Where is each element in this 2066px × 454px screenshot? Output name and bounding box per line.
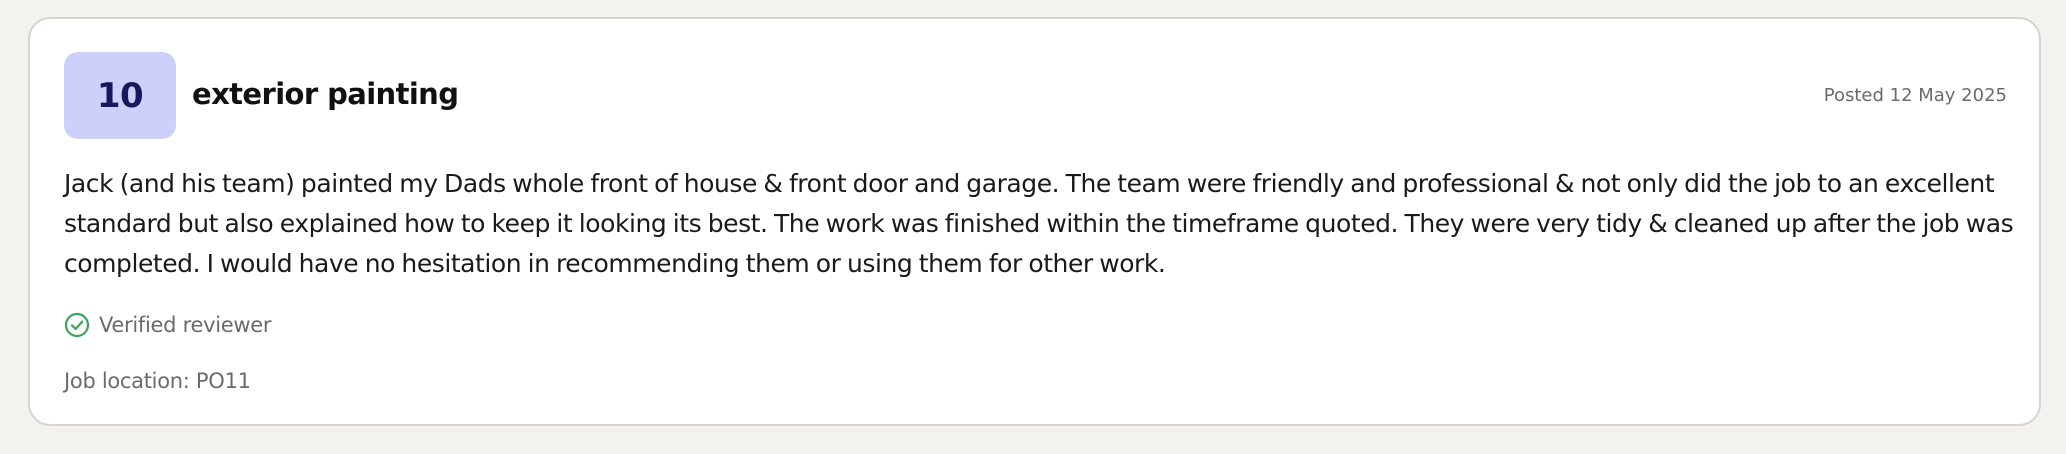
check-circle-icon	[64, 312, 90, 338]
review-body: Jack (and his team) painted my Dads whol…	[64, 169, 2014, 278]
score-badge: 10	[64, 52, 176, 139]
job-title: exterior painting	[192, 77, 459, 111]
verified-reviewer-row: Verified reviewer	[64, 309, 271, 341]
verified-reviewer-label: Verified reviewer	[99, 313, 272, 337]
review-card: 10 exterior painting Posted 12 May 2025 …	[28, 17, 2041, 426]
posted-date: Posted 12 May 2025	[1823, 85, 2007, 106]
job-location: Job location: PO11	[64, 369, 251, 393]
